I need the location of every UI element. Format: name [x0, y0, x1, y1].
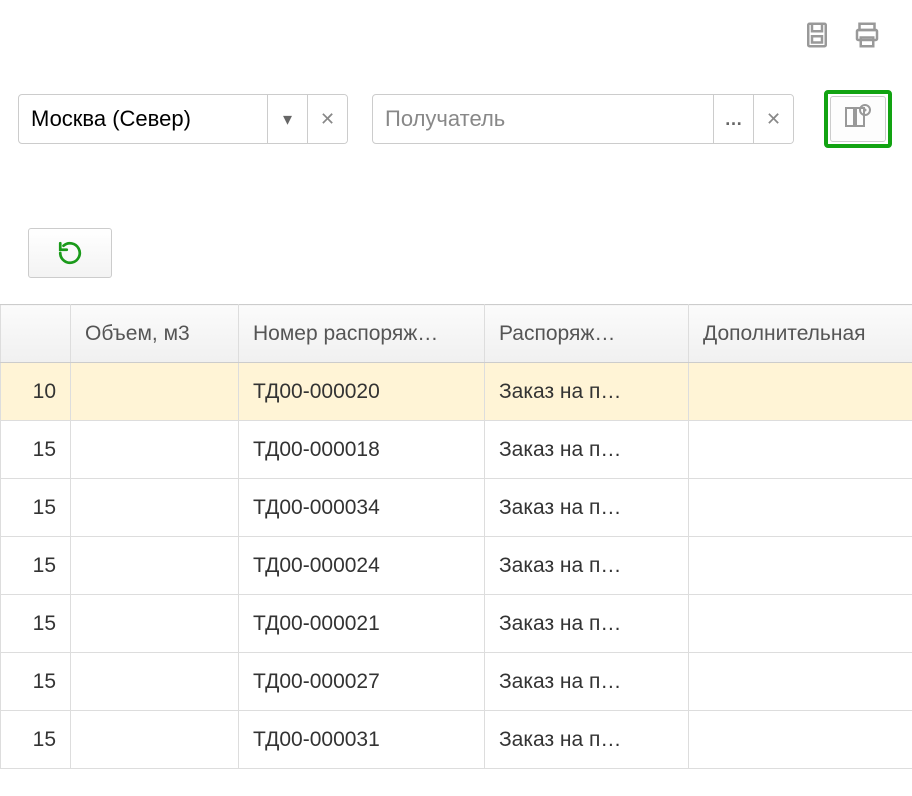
table-row[interactable]: 15 ТД00-000034Заказ на п… [1, 479, 912, 537]
recipient-select-button[interactable]: … [713, 95, 753, 143]
cell-number: 15 [1, 421, 71, 479]
column-header-number[interactable] [1, 305, 71, 363]
cell-number: 15 [1, 479, 71, 537]
cell-order-no: ТД00-000018 [239, 421, 485, 479]
form-settings-highlight [824, 90, 892, 148]
cell-volume [71, 363, 239, 421]
table-row[interactable]: 15 ТД00-000027Заказ на п… [1, 653, 912, 711]
warehouse-dropdown-button[interactable]: ▾ [267, 95, 307, 143]
table-row[interactable]: 15 ТД00-000024Заказ на п… [1, 537, 912, 595]
recipient-clear-button[interactable]: ✕ [753, 95, 793, 143]
refresh-icon [57, 240, 83, 266]
cell-disposition: Заказ на п… [485, 711, 689, 769]
cell-order-no: ТД00-000031 [239, 711, 485, 769]
cell-disposition: Заказ на п… [485, 537, 689, 595]
cell-disposition: Заказ на п… [485, 421, 689, 479]
cell-volume [71, 479, 239, 537]
column-header-disposition[interactable]: Распоряж… [485, 305, 689, 363]
cell-volume [71, 421, 239, 479]
close-icon: ✕ [320, 109, 335, 130]
cell-extra [689, 595, 912, 653]
report-settings-icon [843, 102, 873, 136]
warehouse-input[interactable] [19, 95, 267, 143]
cell-disposition: Заказ на п… [485, 479, 689, 537]
save-file-icon[interactable] [802, 20, 832, 50]
orders-table: Объем, м3 Номер распоряж… Распоряж… Допо… [0, 304, 912, 769]
cell-volume [71, 711, 239, 769]
cell-number: 10 [1, 363, 71, 421]
table-row[interactable]: 15 ТД00-000021Заказ на п… [1, 595, 912, 653]
cell-extra [689, 537, 912, 595]
cell-extra [689, 711, 912, 769]
column-header-extra[interactable]: Дополнительная [689, 305, 912, 363]
close-icon: ✕ [766, 109, 781, 130]
recipient-field: … ✕ [372, 94, 794, 144]
chevron-down-icon: ▾ [283, 109, 292, 130]
cell-extra [689, 479, 912, 537]
cell-volume [71, 537, 239, 595]
cell-disposition: Заказ на п… [485, 595, 689, 653]
cell-number: 15 [1, 595, 71, 653]
form-settings-button[interactable] [830, 96, 886, 142]
warehouse-clear-button[interactable]: ✕ [307, 95, 347, 143]
print-icon[interactable] [852, 20, 882, 50]
recipient-input[interactable] [373, 95, 713, 143]
column-header-order-no[interactable]: Номер распоряж… [239, 305, 485, 363]
cell-order-no: ТД00-000021 [239, 595, 485, 653]
cell-order-no: ТД00-000020 [239, 363, 485, 421]
table-row[interactable]: 15 ТД00-000031Заказ на п… [1, 711, 912, 769]
cell-order-no: ТД00-000027 [239, 653, 485, 711]
column-header-volume[interactable]: Объем, м3 [71, 305, 239, 363]
cell-order-no: ТД00-000024 [239, 537, 485, 595]
cell-number: 15 [1, 537, 71, 595]
cell-order-no: ТД00-000034 [239, 479, 485, 537]
cell-extra [689, 363, 912, 421]
ellipsis-icon: … [725, 109, 743, 130]
cell-disposition: Заказ на п… [485, 653, 689, 711]
cell-disposition: Заказ на п… [485, 363, 689, 421]
table-row[interactable]: 15 ТД00-000018Заказ на п… [1, 421, 912, 479]
cell-volume [71, 653, 239, 711]
warehouse-field: ▾ ✕ [18, 94, 348, 144]
cell-number: 15 [1, 653, 71, 711]
table-header-row: Объем, м3 Номер распоряж… Распоряж… Допо… [1, 305, 912, 363]
table-row[interactable]: 10 ТД00-000020Заказ на п… [1, 363, 912, 421]
cell-extra [689, 653, 912, 711]
cell-number: 15 [1, 711, 71, 769]
refresh-button[interactable] [28, 228, 112, 278]
cell-extra [689, 421, 912, 479]
cell-volume [71, 595, 239, 653]
